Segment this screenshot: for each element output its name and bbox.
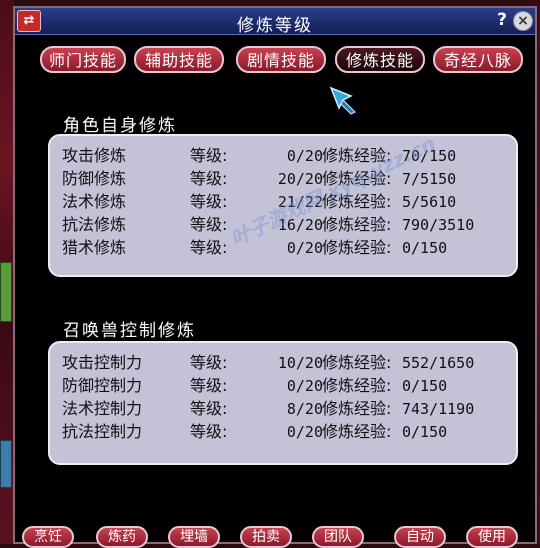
level-value: 10/20 — [277, 354, 323, 372]
character-section-title: 角色自身修炼 — [63, 116, 177, 136]
exp-label: 修炼经验: — [322, 399, 392, 418]
level-value: 0/20 — [286, 377, 323, 395]
close-icon[interactable]: × — [513, 11, 533, 31]
level-label: 等级: — [190, 376, 228, 395]
side-decoration-green — [0, 262, 12, 322]
exp-label: 修炼经验: — [322, 422, 392, 441]
level-label: 等级: — [190, 215, 228, 234]
tab-meridians[interactable]: 奇经八脉 — [433, 46, 523, 73]
exp-value: 743/1190 — [402, 400, 475, 418]
table-row: 法术控制力 等级: 8/20 修炼经验: 743/1190 — [50, 397, 516, 421]
cultivation-name: 法术修炼 — [62, 192, 127, 211]
help-icon[interactable]: ? — [493, 10, 511, 30]
cultivation-name: 攻击修炼 — [62, 146, 127, 165]
alchemy-button[interactable]: 炼药 — [96, 526, 148, 548]
table-row: 防御修炼 等级: 20/20 修炼经验: 7/5150 — [50, 167, 516, 191]
auction-button[interactable]: 拍卖 — [240, 526, 292, 548]
level-label: 等级: — [190, 422, 228, 441]
background-left-edge — [0, 0, 14, 544]
title-bar[interactable]: ⇄ 修炼等级 ? × — [15, 8, 535, 36]
auto-button[interactable]: 自动 — [394, 526, 446, 548]
level-value: 0/20 — [286, 147, 323, 165]
exp-label: 修炼经验: — [322, 238, 392, 257]
level-label: 等级: — [190, 146, 228, 165]
bottom-action-bar: 烹饪 炼药 埋墙 拍卖 团队 自动 使用 — [14, 526, 540, 548]
table-row: 攻击修炼 等级: 0/20 修炼经验: 70/150 — [50, 144, 516, 168]
exp-value: 7/5150 — [402, 170, 457, 188]
tab-cultivation-skills[interactable]: 修炼技能 — [335, 46, 425, 73]
cultivation-window: ⇄ 修炼等级 ? × 师门技能 辅助技能 剧情技能 修炼技能 奇经八脉 角色自身… — [13, 6, 537, 544]
cultivation-name: 攻击控制力 — [62, 353, 143, 372]
level-label: 等级: — [190, 399, 228, 418]
exp-label: 修炼经验: — [322, 376, 392, 395]
tab-master-skills[interactable]: 师门技能 — [40, 46, 126, 73]
use-button[interactable]: 使用 — [466, 526, 518, 548]
exp-label: 修炼经验: — [322, 353, 392, 372]
table-row: 防御控制力 等级: 0/20 修炼经验: 0/150 — [50, 374, 516, 398]
exp-value: 0/150 — [402, 423, 448, 441]
cultivation-name: 抗法控制力 — [62, 422, 143, 441]
table-row: 攻击控制力 等级: 10/20 修炼经验: 552/1650 — [50, 351, 516, 375]
cook-button[interactable]: 烹饪 — [22, 526, 74, 548]
cultivation-name: 法术控制力 — [62, 399, 143, 418]
pet-section-title: 召唤兽控制修炼 — [63, 321, 196, 341]
cultivation-name: 猎术修炼 — [62, 238, 127, 257]
cultivation-name: 防御修炼 — [62, 169, 127, 188]
pet-cultivation-panel: 攻击控制力 等级: 10/20 修炼经验: 552/1650 防御控制力 等级:… — [48, 341, 518, 465]
tab-story-skills[interactable]: 剧情技能 — [236, 46, 326, 73]
exp-label: 修炼经验: — [322, 215, 392, 234]
exp-value: 5/5610 — [402, 193, 457, 211]
exp-value: 0/150 — [402, 239, 448, 257]
window-title: 修炼等级 — [237, 16, 313, 36]
tab-auxiliary-skills[interactable]: 辅助技能 — [134, 46, 224, 73]
side-decoration-blue — [0, 440, 12, 488]
level-value: 8/20 — [286, 400, 323, 418]
bury-button[interactable]: 埋墙 — [168, 526, 220, 548]
cultivation-name: 抗法修炼 — [62, 215, 127, 234]
cultivation-name: 防御控制力 — [62, 376, 143, 395]
level-value: 0/20 — [286, 423, 323, 441]
exp-value: 790/3510 — [402, 216, 475, 234]
level-label: 等级: — [190, 353, 228, 372]
exp-value: 552/1650 — [402, 354, 475, 372]
table-row: 猎术修炼 等级: 0/20 修炼经验: 0/150 — [50, 236, 516, 260]
team-button[interactable]: 团队 — [312, 526, 364, 548]
level-label: 等级: — [190, 169, 228, 188]
table-row: 抗法控制力 等级: 0/20 修炼经验: 0/150 — [50, 420, 516, 444]
level-label: 等级: — [190, 192, 228, 211]
exp-value: 0/150 — [402, 377, 448, 395]
cursor-icon — [329, 86, 356, 115]
level-label: 等级: — [190, 238, 228, 257]
